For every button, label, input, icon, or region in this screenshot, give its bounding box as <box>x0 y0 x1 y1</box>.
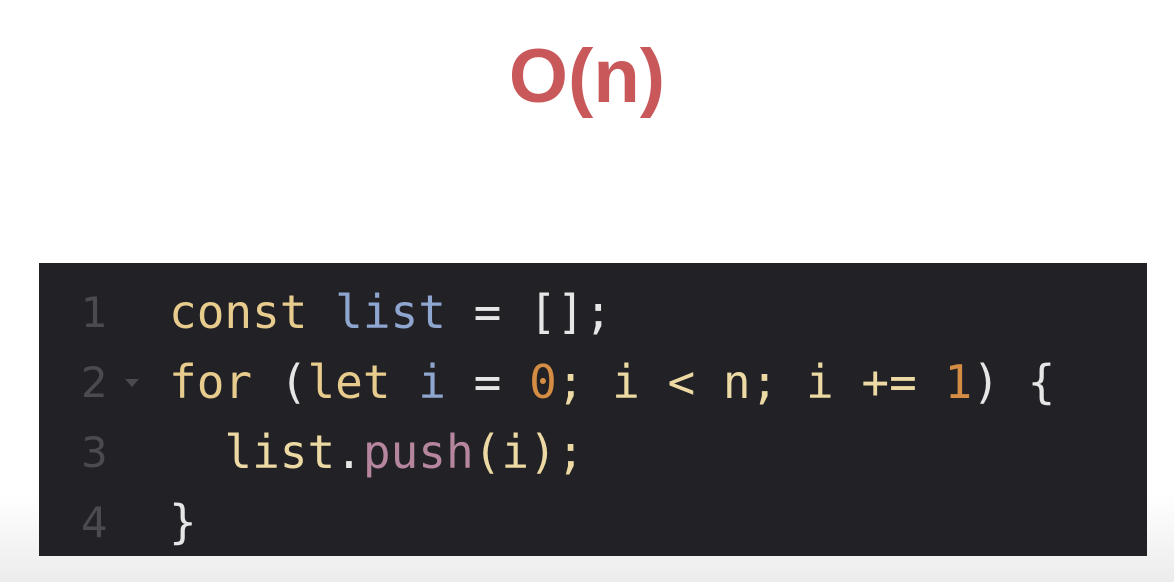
code-line-2: 2 for (let i = 0; i < n; i += 1) { <box>39 347 1147 417</box>
code-line-1: 1 const list = []; <box>39 277 1147 347</box>
keyword-token: for <box>169 355 253 409</box>
punctuation-token: } <box>169 495 197 549</box>
line-number: 3 <box>81 427 108 477</box>
identifier-token: list <box>169 425 336 479</box>
number-token: 1 <box>944 355 973 409</box>
punctuation-token: (i); <box>473 425 585 479</box>
code-text: list. push (i); <box>169 417 584 487</box>
operator-token: = <box>445 355 530 409</box>
variable-token: i <box>418 355 446 409</box>
code-text: const list = []; <box>169 277 612 347</box>
code-editor: 1 const list = []; 2 for (let i = 0; i <… <box>39 263 1147 556</box>
keyword-token: const <box>169 285 336 339</box>
line-number: 1 <box>81 287 108 337</box>
expression-token: ; i < n; i += <box>556 355 945 409</box>
punctuation-token: = []; <box>445 285 613 339</box>
punctuation-token: ) { <box>972 355 1056 409</box>
code-text: for (let i = 0; i < n; i += 1) { <box>169 347 1055 417</box>
line-number: 4 <box>81 497 108 547</box>
punctuation-token: ( <box>252 355 308 409</box>
number-token: 0 <box>529 355 557 409</box>
method-token: push <box>362 425 474 479</box>
chevron-down-icon[interactable] <box>125 379 139 387</box>
slide-title: O(n) <box>508 34 666 119</box>
keyword-token: let <box>307 355 419 409</box>
code-text: } <box>169 487 197 557</box>
line-number: 2 <box>81 357 108 407</box>
punctuation-token: . <box>335 425 363 479</box>
code-line-4: 4 } <box>39 487 1147 557</box>
variable-token: list <box>335 285 446 339</box>
code-line-3: 3 list. push (i); <box>39 417 1147 487</box>
